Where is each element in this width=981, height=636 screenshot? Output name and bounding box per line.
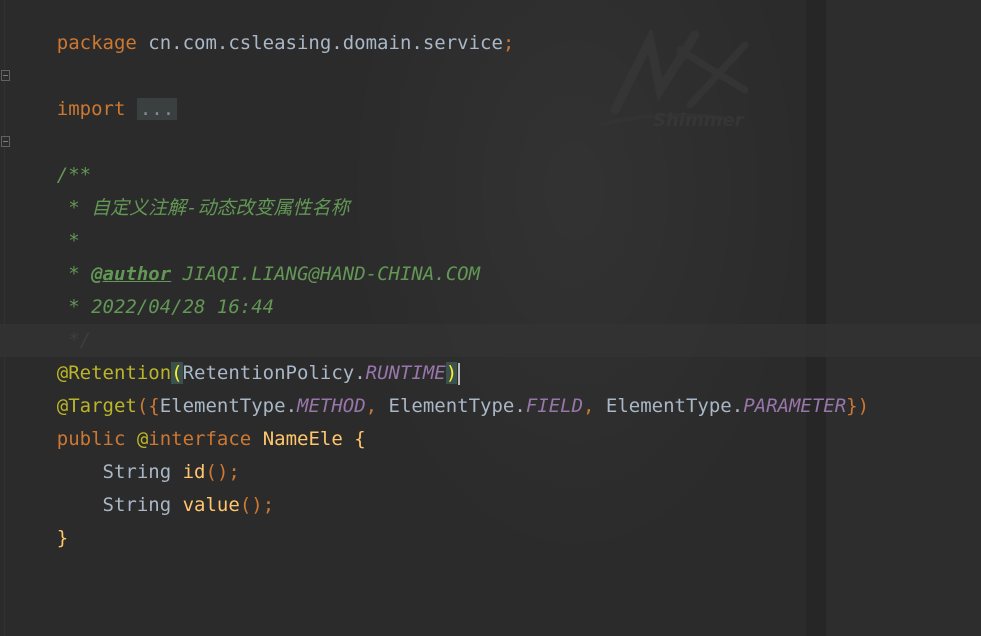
code-line-doc-date[interactable]: * 2022/04/28 16:44 [11,258,274,318]
type-string: String [56,494,183,516]
code-line-doc-close[interactable]: */ [11,291,91,351]
code-line-doc-author[interactable]: * @author JIAQI.LIANG@HAND-CHINA.COM [11,225,480,285]
fold-toggle-javadoc[interactable] [1,136,10,147]
code-line-target[interactable]: @Target({ElementType.METHOD, ElementType… [11,357,869,417]
element-type-2: ElementType. [388,395,526,417]
svg-text:Shimmer: Shimmer [653,110,745,131]
brace-close: } [56,527,69,549]
keyword-package: package [56,32,137,54]
comma-1: , [365,395,389,417]
semicolon: ; [502,32,515,54]
method-value: value [182,494,240,516]
constant-field: FIELD [525,395,584,417]
code-line-interface-decl[interactable]: public @interface NameEle { [11,390,366,450]
keyword-import: import [56,98,126,120]
folded-imports[interactable]: ... [136,98,178,120]
code-line-package[interactable]: package cn.com.csleasing.domain.service; [11,0,515,54]
code-editor[interactable]: Shimmer package cn.com.csleasing.domain.… [0,0,981,636]
brace-open: { [342,428,366,450]
constant-parameter: PARAMETER [743,395,847,417]
code-line-doc-description[interactable]: * 自定义注解-动态改变属性名称 [11,159,349,219]
comma-2: , [583,395,606,417]
package-name: cn.com.csleasing.domain.service [136,32,503,54]
element-type-3: ElementType. [605,395,744,417]
interface-name: NameEle [251,428,343,450]
editor-right-area [826,0,981,636]
code-line-close-brace[interactable]: } [11,489,68,549]
code-line-retention[interactable]: @Retention(RetentionPolicy.RUNTIME) [0,324,981,385]
target-close: }) [846,395,870,417]
gutter-divider [4,0,5,636]
code-line-import[interactable]: import ... [11,60,178,120]
fold-toggle-imports[interactable] [1,70,10,81]
right-margin-guide [806,0,826,636]
code-line-value-method[interactable]: String value(); [11,456,275,516]
method-call-suffix: (); [239,494,275,516]
code-line-id-method[interactable]: String id(); [11,423,240,483]
doc-description: * 自定义注解-动态改变属性名称 [56,197,350,219]
code-line-doc-open[interactable]: /** [11,126,91,186]
code-line-doc-blank[interactable]: * [11,192,79,252]
shimmer-logo-watermark: Shimmer [599,30,749,131]
